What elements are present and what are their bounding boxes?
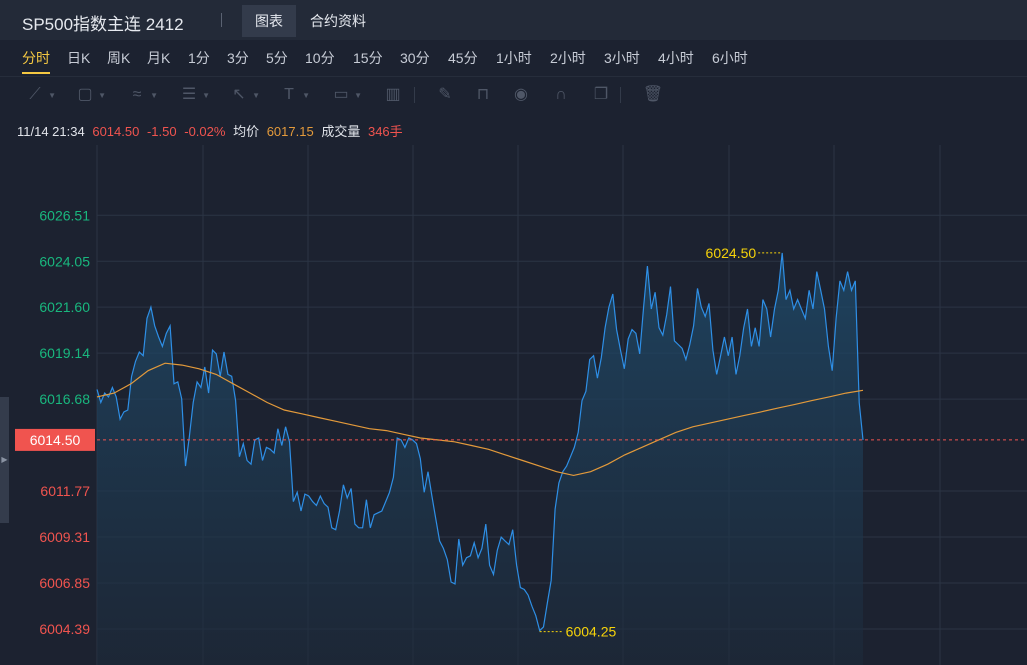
expand-arrow-icon: ▶ bbox=[1, 455, 8, 464]
y-axis-tick-label: 6024.05 bbox=[39, 253, 90, 269]
y-axis-tick-label: 6019.14 bbox=[39, 345, 90, 361]
last-price-label: 6014.50 bbox=[30, 432, 81, 448]
y-axis-tick-label: 6011.77 bbox=[40, 483, 90, 499]
y-axis-tick-label: 6016.68 bbox=[39, 391, 90, 407]
low-price-label: 6004.25 bbox=[566, 624, 617, 640]
y-axis-tick-label: 6009.31 bbox=[39, 529, 90, 545]
high-price-label: 6024.50 bbox=[706, 245, 757, 261]
y-axis-tick-label: 6021.60 bbox=[39, 299, 90, 315]
y-axis-tick-label: 6026.51 bbox=[39, 207, 90, 223]
price-chart[interactable]: 6026.51 6024.05 6021.60 6019.14 6016.68 6011.… bbox=[0, 0, 1027, 665]
y-axis-tick-label: 6006.85 bbox=[39, 575, 90, 591]
y-axis-tick-label: 6004.39 bbox=[39, 621, 90, 637]
sidebar-toggle-handle[interactable]: ▶ bbox=[0, 397, 9, 523]
